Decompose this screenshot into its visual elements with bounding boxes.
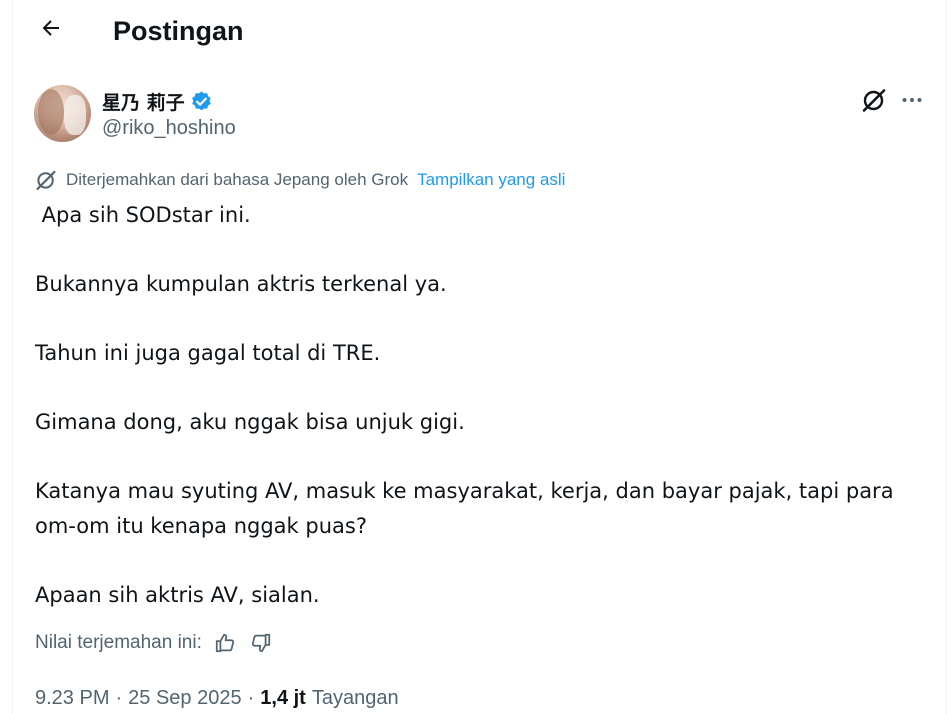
translation-notice: Diterjemahkan dari bahasa Jepang oleh Gr… <box>35 168 565 192</box>
more-horizontal-icon <box>900 88 924 116</box>
arrow-left-icon <box>39 16 63 44</box>
thumbs-down-icon[interactable] <box>248 630 274 656</box>
tweet-paragraph: Tahun ini juga gagal total di TRE. <box>35 341 381 365</box>
tweet-paragraph: Bukannya kumpulan aktris terkenal ya. <box>35 272 447 296</box>
post-date[interactable]: 25 Sep 2025 <box>128 687 241 710</box>
more-options-button[interactable] <box>897 87 927 117</box>
author-name-row: 星乃 莉子 <box>102 88 213 114</box>
post-time[interactable]: 9.23 PM <box>35 687 109 710</box>
translation-rating: Nilai terjemahan ini: <box>35 630 274 656</box>
author-handle[interactable]: @riko_hoshino <box>102 117 236 140</box>
grok-icon <box>861 87 887 117</box>
grok-icon <box>35 169 57 191</box>
tweet-text: Apa sih SODstar ini. Bukannya kumpulan a… <box>35 198 915 612</box>
page-title: Postingan <box>113 16 244 46</box>
thumbs-up-icon[interactable] <box>212 630 238 656</box>
show-original-link[interactable]: Tampilkan yang asli <box>417 170 565 190</box>
tweet-paragraph: Apaan sih aktris AV, sialan. <box>35 582 320 607</box>
page-header: Postingan <box>13 0 946 64</box>
translation-note: Diterjemahkan dari bahasa Jepang oleh Gr… <box>66 170 409 189</box>
tweet-paragraph: Gimana dong, aku nggak bisa unjuk gigi. <box>35 410 465 434</box>
tweet-paragraph: Katanya mau syuting AV, masuk ke masyara… <box>35 479 894 538</box>
tweet-paragraph: Apa sih SODstar ini. <box>35 203 251 227</box>
views-count: 1,4 jt <box>260 686 306 709</box>
separator: · <box>115 686 123 709</box>
views-label: Tayangan <box>311 686 399 709</box>
avatar[interactable] <box>34 85 91 142</box>
post-meta: 9.23 PM · 25 Sep 2025 · 1,4 jt Tayangan <box>35 684 399 712</box>
post-detail-column: Postingan 星乃 莉子 @riko_hoshino Diterjemah… <box>12 0 947 714</box>
verified-badge-icon[interactable] <box>190 90 213 113</box>
rating-label: Nilai terjemahan ini: <box>35 632 202 653</box>
display-name[interactable]: 星乃 莉子 <box>102 88 185 115</box>
grok-button[interactable] <box>859 87 889 117</box>
back-button[interactable] <box>35 14 67 46</box>
separator: · <box>247 686 255 709</box>
